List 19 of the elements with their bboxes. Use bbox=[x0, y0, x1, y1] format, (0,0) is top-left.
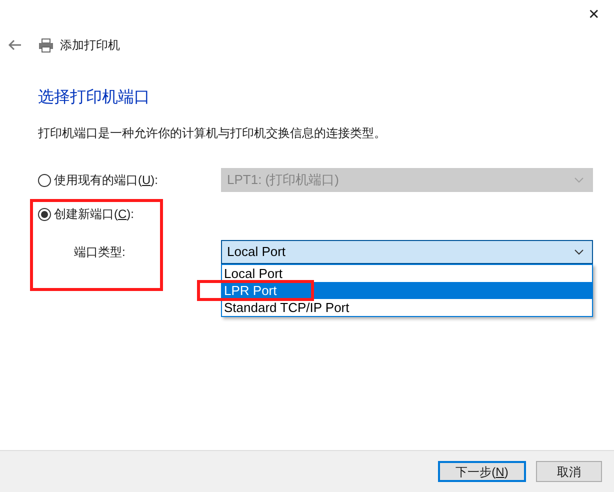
radio-label[interactable]: 使用现有的端口(U): bbox=[54, 171, 158, 189]
description-text: 打印机端口是一种允许你的计算机与打印机交换信息的连接类型。 bbox=[38, 125, 387, 142]
dropdown-item[interactable]: Standard TCP/IP Port bbox=[222, 299, 592, 316]
window-title: 添加打印机 bbox=[60, 37, 120, 54]
cancel-button[interactable]: 取消 bbox=[536, 461, 602, 482]
chevron-down-icon bbox=[574, 249, 584, 255]
printer-icon bbox=[38, 38, 54, 52]
chevron-down-icon bbox=[574, 177, 584, 183]
dropdown-item[interactable]: LPR Port bbox=[222, 282, 592, 299]
close-button[interactable]: ✕ bbox=[574, 0, 614, 28]
radio-button[interactable] bbox=[38, 208, 51, 220]
port-type-label: 端口类型: bbox=[74, 244, 126, 261]
radio-label[interactable]: 创建新端口(C): bbox=[54, 205, 134, 223]
port-dropdown[interactable]: Local Port bbox=[221, 240, 593, 264]
radio-button[interactable] bbox=[38, 174, 51, 186]
next-button[interactable]: 下一步(N) bbox=[438, 461, 526, 482]
page-heading: 选择打印机端口 bbox=[38, 88, 151, 108]
back-arrow-icon[interactable] bbox=[8, 39, 22, 51]
dropdown-item[interactable]: Local Port bbox=[222, 265, 592, 282]
